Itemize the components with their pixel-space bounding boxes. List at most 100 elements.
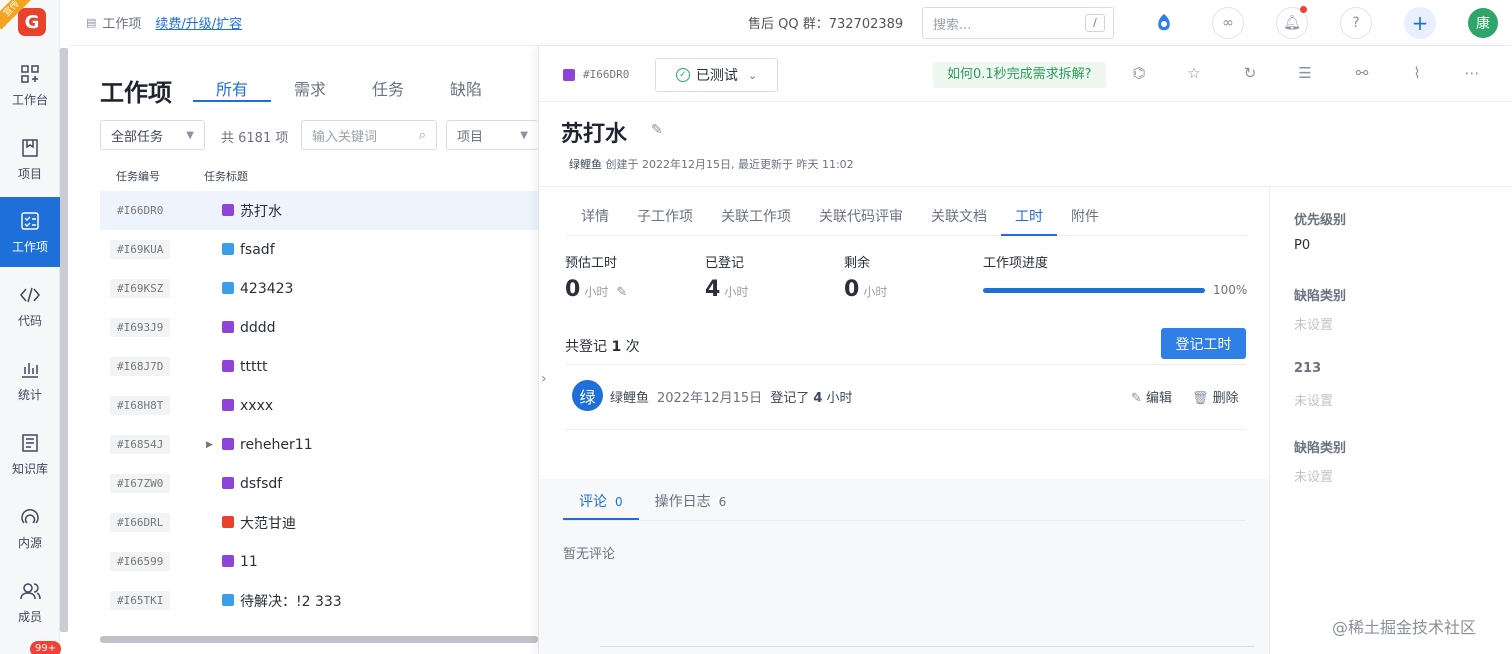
row-title[interactable]: fsadf: [240, 242, 275, 258]
edit-worklog-button[interactable]: ✎ 编辑: [1131, 387, 1172, 406]
page-title: 工作项: [100, 79, 172, 107]
nav-item-members[interactable]: 成员: [0, 567, 60, 637]
row-code: #I67ZW0: [110, 474, 171, 493]
notification-dot: [1300, 6, 1307, 13]
bug-type-label: 缺陷类别: [1294, 289, 1347, 304]
scope-select[interactable]: 全部任务 ▼: [100, 120, 205, 150]
tab-attachments[interactable]: 附件: [1057, 206, 1113, 236]
unit-label: 小时: [863, 285, 888, 299]
paperclip-icon[interactable]: ⌇: [1407, 64, 1427, 84]
table-row[interactable]: #I69KUA fsadf: [100, 230, 540, 269]
table-row[interactable]: #I66599 11: [100, 542, 540, 581]
author-name[interactable]: 绿鲤鱼: [569, 158, 602, 171]
nav-item-knowledge[interactable]: 知识库: [0, 419, 60, 489]
log-time-button[interactable]: 登记工时: [1161, 328, 1246, 359]
nav-label: 内源: [17, 535, 42, 550]
robot-icon[interactable]: ⌬: [1129, 64, 1149, 84]
fish-mascot-icon[interactable]: [1148, 7, 1180, 39]
bug-type-value[interactable]: 未设置: [1294, 314, 1333, 333]
keyword-input[interactable]: 输入关键词 ⌕: [301, 120, 437, 150]
nav-item-project[interactable]: 项目: [0, 124, 60, 194]
item-type-icon: [222, 321, 234, 333]
tab-subitems[interactable]: 子工作项: [623, 206, 707, 236]
table-row[interactable]: #I68J7D ttttt: [100, 347, 540, 386]
edit-title-icon[interactable]: ✎: [651, 122, 663, 138]
detail-code: #I66DR0: [563, 68, 629, 81]
row-title[interactable]: dddd: [240, 320, 276, 336]
tab-related-docs[interactable]: 关联文档: [917, 206, 1001, 236]
worklog-text: 绿鲤鱼 2022年12月15日 登记了 4 小时: [610, 387, 853, 406]
tab-all[interactable]: 所有: [193, 76, 271, 102]
horizontal-scrollbar[interactable]: [100, 636, 538, 643]
table-row[interactable]: #I693J9 dddd: [100, 308, 540, 347]
add-icon[interactable]: +: [1404, 7, 1436, 39]
help-icon[interactable]: ?: [1340, 7, 1372, 39]
row-title[interactable]: 待解决：!2 333: [240, 591, 342, 611]
row-code: #I66DRL: [110, 513, 171, 532]
tab-comments[interactable]: 评论 0: [563, 483, 639, 520]
nav-item-stats[interactable]: 统计: [0, 345, 60, 415]
ai-hint-banner[interactable]: 如何0.1秒完成需求拆解?: [933, 62, 1106, 88]
tab-requirement[interactable]: 需求: [271, 76, 349, 102]
bug-type2-value[interactable]: 未设置: [1294, 466, 1333, 485]
row-title[interactable]: 大范甘迪: [240, 513, 296, 533]
tab-worktime[interactable]: 工时: [1001, 206, 1057, 236]
renew-link[interactable]: 续费/升级/扩容: [155, 13, 242, 32]
edit-estimate-icon[interactable]: ✎: [616, 285, 627, 300]
row-code: #I68J7D: [110, 357, 171, 376]
nav-scrollbar[interactable]: [60, 48, 68, 632]
relation-icon[interactable]: ⚯: [1352, 64, 1372, 84]
code-icon: [19, 284, 41, 306]
table-row[interactable]: #I68H8T xxxx: [100, 386, 540, 425]
priority-value[interactable]: P0: [1294, 238, 1310, 253]
tab-oplog[interactable]: 操作日志 6: [639, 483, 743, 520]
delete-worklog-button[interactable]: 🗑︎ 删除: [1192, 387, 1239, 406]
field-213-value[interactable]: 未设置: [1294, 390, 1333, 409]
row-title[interactable]: 苏打水: [240, 201, 282, 221]
layout-icon[interactable]: ☰: [1295, 64, 1315, 84]
row-title[interactable]: reheher11: [240, 437, 313, 453]
tab-task[interactable]: 任务: [349, 76, 427, 102]
row-code: #I66DR0: [117, 204, 164, 217]
nav-item-workitem[interactable]: 工作项: [0, 197, 60, 267]
expand-caret-icon[interactable]: ▶: [206, 440, 213, 450]
table-row[interactable]: #I69KSZ 423423: [100, 269, 540, 308]
estimate-stat: 预估工时 0 小时 ✎: [565, 252, 627, 302]
item-type-icon: [222, 516, 234, 528]
item-count: 共 6181 项: [221, 131, 289, 146]
table-row[interactable]: #I67ZW0 dsfsdf: [100, 464, 540, 503]
tab-bug[interactable]: 缺陷: [427, 76, 505, 102]
row-title[interactable]: ttttt: [240, 359, 267, 375]
tab-related-reviews[interactable]: 关联代码评审: [805, 206, 917, 236]
status-dropdown[interactable]: ✓ 已测试 ⌄: [655, 58, 778, 92]
tab-related-items[interactable]: 关联工作项: [707, 206, 805, 236]
nav-label: 知识库: [11, 461, 48, 476]
star-icon[interactable]: ☆: [1184, 64, 1204, 84]
nav-item-dashboard[interactable]: 工作台: [0, 50, 60, 120]
tab-details[interactable]: 详情: [567, 206, 623, 236]
collapse-arrow-icon[interactable]: ›: [541, 371, 547, 387]
refresh-icon[interactable]: ↻: [1240, 64, 1260, 84]
table-row[interactable]: #I66DR0 苏打水: [100, 191, 540, 230]
row-title[interactable]: xxxx: [240, 398, 273, 414]
link-icon[interactable]: ∞: [1212, 7, 1244, 39]
tab-oplog-count: 6: [718, 495, 727, 509]
trash-icon: 🗑︎: [1192, 391, 1213, 406]
nav-item-innersource[interactable]: 内源: [0, 493, 60, 563]
nav-item-code[interactable]: 代码: [0, 271, 60, 341]
remaining-value: 0 小时: [844, 277, 887, 302]
item-type-icon: [222, 282, 234, 294]
row-title[interactable]: 11: [240, 554, 258, 570]
table-row[interactable]: #I66DRL 大范甘迪: [100, 503, 540, 542]
table-row[interactable]: #I6854J ▶ reheher11: [100, 425, 540, 464]
search-input[interactable]: 搜索... /: [922, 7, 1114, 39]
project-icon: [19, 137, 41, 159]
worklog-user[interactable]: 绿鲤鱼: [610, 387, 649, 406]
more-icon[interactable]: ⋯: [1462, 64, 1482, 84]
project-select[interactable]: 项目 ▼: [446, 120, 538, 150]
user-avatar[interactable]: 康: [1468, 8, 1498, 38]
row-title[interactable]: 423423: [240, 281, 293, 297]
row-title[interactable]: dsfsdf: [240, 476, 282, 492]
keyword-placeholder: 输入关键词: [312, 129, 378, 145]
table-row[interactable]: #I65TKI 待解决：!2 333: [100, 581, 540, 620]
